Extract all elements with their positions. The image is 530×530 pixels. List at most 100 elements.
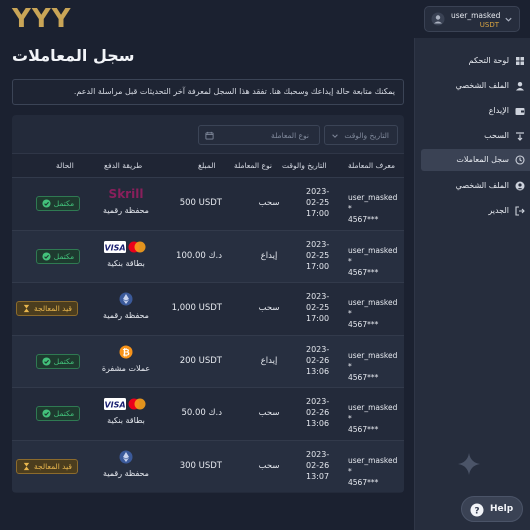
transaction-id: user_masked * 4567*** — [348, 403, 398, 435]
payment-method: محفظة رقمية — [96, 292, 156, 320]
transaction-type: سحب — [258, 198, 280, 208]
status-badge: مكتمل — [36, 353, 80, 369]
table-row[interactable]: user_masked * 4567*** 2023- 02-26 13:06 سحب 50… — [12, 387, 404, 439]
sidebar-item-label: السحب — [484, 131, 509, 140]
profile-icon — [515, 181, 525, 191]
transaction-amount: 50.00 د.ك — [181, 408, 222, 419]
payment-method: VISA بطاقة بنكية — [96, 240, 156, 268]
table-row[interactable]: user_masked * 4567*** 2023- 02-25 17:00 سحب 50… — [12, 177, 404, 229]
sidebar-item-label: الملف الشخصي — [455, 81, 509, 90]
logout-icon — [515, 206, 525, 216]
transaction-type: سحب — [258, 461, 280, 471]
sidebar-item-label: الجدير — [488, 206, 509, 215]
transactions-panel: التاريخ والوقت نوع المعاملة معرف المعامل… — [12, 115, 404, 493]
table-header: معرف المعاملة التاريخ والوقت نوع المعامل… — [12, 153, 404, 177]
transaction-datetime: 2023- 02-25 17:00 — [306, 187, 330, 218]
dashboard-icon — [516, 57, 524, 65]
payment-method-label: محفظة رقمية — [103, 469, 149, 478]
transaction-id: user_masked * 4567*** — [348, 456, 398, 487]
date-filter-select[interactable]: التاريخ والوقت — [324, 125, 398, 145]
skrill-logo-icon: Skrill — [109, 187, 144, 201]
sidebar: لوحة التحكم الملف الشخصي الإيداع السحب سجل ا… — [414, 38, 530, 530]
transaction-amount: 1,000 USDT — [171, 303, 222, 314]
user-menu[interactable]: user_masked USDT — [424, 6, 520, 32]
status-label: قيد المعالجة — [34, 304, 72, 314]
status-badge: مكتمل — [36, 196, 80, 211]
chevron-down-icon — [505, 17, 512, 22]
sidebar-item-user[interactable]: الملف الشخصي — [421, 75, 530, 97]
col-date: التاريخ والوقت — [282, 161, 327, 170]
status-badge: قيد المعالجة — [16, 459, 78, 474]
brand-logo[interactable]: YYY — [12, 4, 71, 34]
check-circle-icon — [42, 199, 51, 208]
date-filter-label: التاريخ والوقت — [344, 131, 389, 140]
table-row[interactable]: user_masked * 4567*** 2023- 02-25 17:00 سحب 1,… — [12, 282, 404, 334]
hourglass-icon — [23, 462, 30, 471]
check-circle-icon — [42, 357, 51, 366]
sidebar-item-dashboard[interactable]: لوحة التحكم — [421, 50, 530, 72]
transaction-type: سحب — [258, 408, 280, 419]
status-label: مكتمل — [53, 199, 75, 208]
sidebar-item-history[interactable]: سجل المعاملات — [421, 149, 530, 171]
sidebar-item-wallet[interactable]: الإيداع — [421, 100, 530, 122]
type-filter-label: نوع المعاملة — [271, 131, 309, 140]
sidebar-item-logout[interactable]: الجدير — [421, 200, 530, 222]
hourglass-icon — [23, 305, 30, 313]
table-row[interactable]: user_masked * 4567*** 2023- 02-26 13:06 إيداع… — [12, 334, 404, 387]
transaction-id: user_masked * 4567*** — [348, 298, 398, 330]
sidebar-item-label: الإيداع — [488, 106, 509, 115]
sidebar-item-label: لوحة التحكم — [468, 56, 509, 65]
transaction-datetime: 2023- 02-26 13:06 — [306, 397, 330, 429]
transaction-id: user_masked * 4567*** — [348, 193, 398, 224]
status-label: قيد المعالجة — [34, 462, 72, 471]
help-icon: ? — [470, 503, 484, 517]
payment-method-label: بطاقة بنكية — [107, 416, 145, 426]
payment-method: محفظة رقمية — [96, 450, 156, 478]
svg-text:Skrill: Skrill — [109, 187, 144, 201]
help-label: Help — [490, 504, 514, 514]
status-label: مكتمل — [53, 356, 75, 366]
payment-method-label: عملات مشفرة — [101, 363, 151, 373]
status-badge: مكتمل — [36, 248, 80, 264]
visa-mastercard-icon: VISA — [104, 240, 146, 253]
user-currency: USDT — [479, 21, 499, 29]
transaction-amount: 200 USDT — [179, 355, 222, 366]
col-amount: المبلغ — [198, 161, 216, 170]
sidebar-item-label: سجل المعاملات — [456, 155, 509, 164]
calendar-icon — [205, 131, 214, 140]
col-status: الحالة — [56, 161, 74, 170]
page-title: سجل المعاملات — [12, 46, 135, 65]
user-name: user_masked — [451, 11, 501, 20]
wallet-icon — [515, 108, 525, 115]
help-button[interactable]: ? Help — [461, 496, 523, 522]
user-avatar-icon — [431, 12, 445, 26]
status-badge: قيد المعالجة — [16, 301, 78, 317]
check-circle-icon — [42, 409, 51, 418]
check-circle-icon — [42, 252, 51, 261]
user-icon — [516, 82, 524, 91]
transaction-type: إيداع — [260, 250, 278, 261]
transaction-id: user_masked * 4567*** — [348, 245, 398, 277]
table-row[interactable]: user_masked * 4567*** 2023- 02-25 17:00 إيداع… — [12, 229, 404, 282]
status-badge: مكتمل — [36, 406, 80, 422]
table-row[interactable]: user_masked * 4567*** 2023- 02-26 13:07 سحب 30… — [12, 440, 404, 492]
withdraw-icon — [516, 132, 524, 141]
payment-method: VISA بطاقة بنكية — [96, 397, 156, 425]
ethereum-icon — [119, 450, 133, 464]
transaction-id: user_masked * 4567*** — [348, 350, 398, 382]
svg-text:VISA: VISA — [104, 401, 125, 410]
sidebar-item-profile[interactable]: الملف الشخصي — [421, 175, 530, 197]
chevron-down-icon — [332, 134, 338, 138]
svg-text:₿: ₿ — [122, 347, 129, 358]
visa-mastercard-icon: VISA — [104, 398, 146, 411]
transaction-datetime: 2023- 02-25 17:00 — [306, 239, 330, 271]
payment-method: ₿ عملات مشفرة — [96, 345, 156, 373]
transaction-type: سحب — [258, 303, 280, 314]
payment-method-label: محفظة رقمية — [103, 311, 149, 321]
payment-method-label: محفظة رقمية — [103, 206, 149, 215]
svg-text:VISA: VISA — [104, 243, 125, 252]
type-filter-input[interactable]: نوع المعاملة — [198, 125, 320, 145]
transaction-type: إيداع — [260, 355, 278, 366]
sidebar-item-withdraw[interactable]: السحب — [421, 125, 530, 147]
top-bar: YYY user_masked USDT — [0, 0, 530, 38]
